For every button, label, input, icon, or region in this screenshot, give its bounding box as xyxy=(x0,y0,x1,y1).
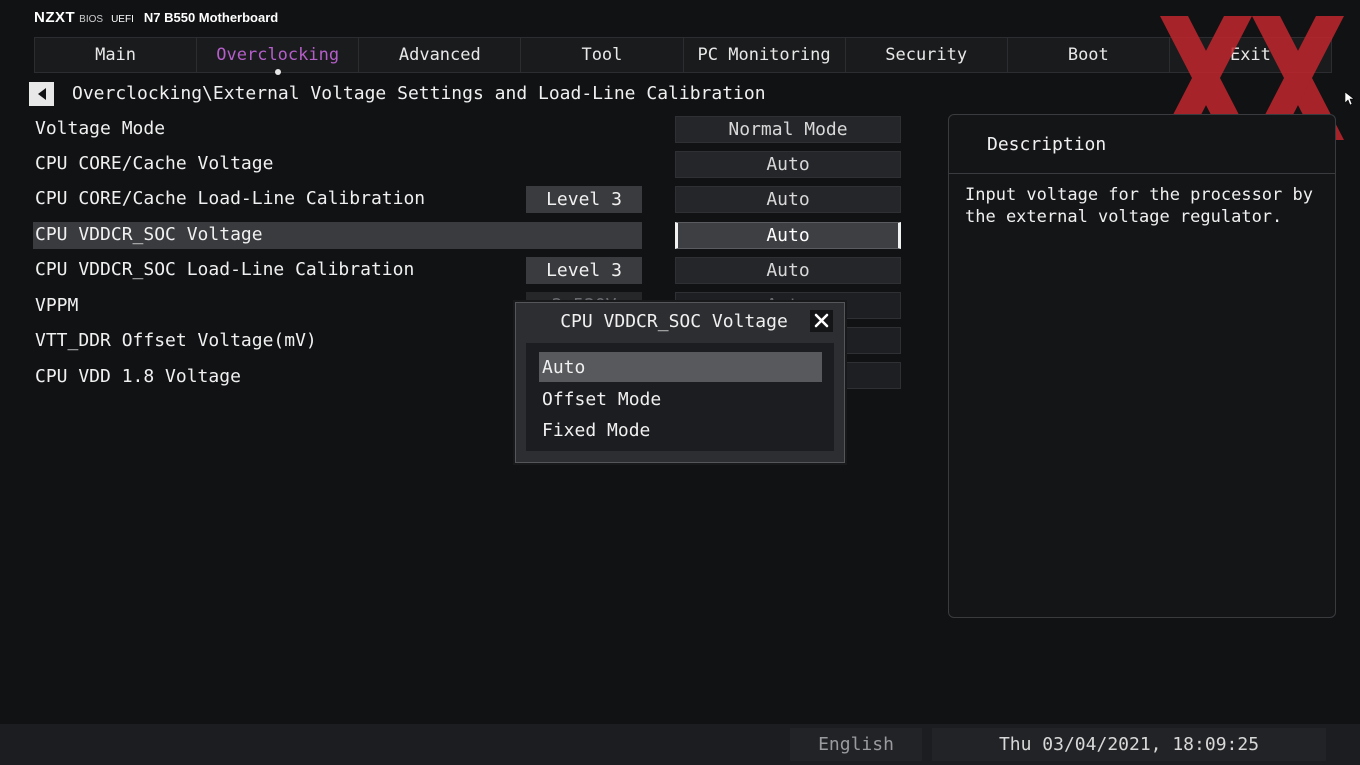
tab-advanced[interactable]: Advanced xyxy=(359,38,522,72)
tab-security[interactable]: Security xyxy=(846,38,1008,72)
setting-label-cpu-core-cache-voltage[interactable]: CPU CORE/Cache Voltage xyxy=(35,153,273,174)
setting-label-voltage-mode[interactable]: Voltage Mode xyxy=(35,118,165,139)
dialog-title: CPU VDDCR_SOC Voltage xyxy=(560,311,788,332)
mouse-cursor-icon xyxy=(1345,92,1355,106)
breadcrumb: Overclocking\External Voltage Settings a… xyxy=(72,83,766,104)
dialog-option-list: Auto Offset Mode Fixed Mode xyxy=(526,343,834,451)
back-arrow-icon xyxy=(37,88,46,100)
option-offset-mode[interactable]: Offset Mode xyxy=(539,384,822,414)
main-tab-bar: Main Overclocking Advanced Tool PC Monit… xyxy=(34,37,1332,75)
setting-label-cpu-vddcr-soc-llc[interactable]: CPU VDDCR_SOC Load-Line Calibration xyxy=(35,259,414,280)
language-selector[interactable]: English xyxy=(790,728,922,761)
tab-pc-monitoring[interactable]: PC Monitoring xyxy=(684,38,846,72)
tab-label: Security xyxy=(885,45,968,65)
tab-label: Main xyxy=(95,45,137,65)
option-select-dialog: CPU VDDCR_SOC Voltage Auto Offset Mode F… xyxy=(515,302,845,463)
tab-label: Advanced xyxy=(398,45,481,65)
description-title: Description xyxy=(949,115,1335,174)
tab-label: PC Monitoring xyxy=(697,45,831,65)
setting-label-vtt-ddr-offset[interactable]: VTT_DDR Offset Voltage(mV) xyxy=(35,330,317,351)
tab-label: Tool xyxy=(581,45,623,65)
description-panel: Description Input voltage for the proces… xyxy=(948,114,1336,618)
setting-value-cpu-core-cache-llc[interactable]: Auto xyxy=(675,186,901,213)
description-text: Input voltage for the processor by the e… xyxy=(965,185,1313,227)
tab-overclocking[interactable]: Overclocking xyxy=(197,38,360,75)
brand-bios-text: BIOS xyxy=(79,14,104,25)
tab-main[interactable]: Main xyxy=(35,38,198,72)
setting-label-cpu-vddcr-soc-voltage[interactable]: CPU VDDCR_SOC Voltage xyxy=(35,224,263,245)
option-fixed-mode[interactable]: Fixed Mode xyxy=(539,415,822,445)
date-time-display: Thu 03/04/2021, 18:09:25 xyxy=(932,728,1326,761)
brand-uefi-text: UEFI xyxy=(111,14,134,25)
close-icon[interactable] xyxy=(810,310,833,332)
setting-value-cpu-core-cache-voltage[interactable]: Auto xyxy=(675,151,901,178)
setting-label-cpu-vdd-18-voltage[interactable]: CPU VDD 1.8 Voltage xyxy=(35,366,241,387)
tab-label: Boot xyxy=(1067,45,1109,65)
setting-label-cpu-core-cache-llc[interactable]: CPU CORE/Cache Load-Line Calibration xyxy=(35,188,425,209)
active-tab-indicator xyxy=(274,69,281,75)
tab-boot[interactable]: Boot xyxy=(1008,38,1170,72)
setting-value-cpu-vddcr-soc-voltage[interactable]: Auto xyxy=(675,222,901,249)
setting-value-cpu-vddcr-soc-llc[interactable]: Auto xyxy=(675,257,901,284)
setting-label-vppm[interactable]: VPPM xyxy=(35,295,78,316)
setting-level-cpu-core-cache-llc: Level 3 xyxy=(526,186,642,213)
setting-value-voltage-mode[interactable]: Normal Mode xyxy=(675,116,901,143)
tab-tool[interactable]: Tool xyxy=(521,38,684,72)
tab-label: Overclocking xyxy=(216,45,340,65)
back-button[interactable] xyxy=(29,82,54,106)
brand-model-text: N7 B550 Motherboard xyxy=(143,10,279,25)
bios-brand: NZXT BIOS UEFI N7 B550 Motherboard xyxy=(34,9,278,29)
option-auto[interactable]: Auto xyxy=(539,352,822,382)
setting-level-cpu-vddcr-soc-llc: Level 3 xyxy=(526,257,642,284)
brand-logo-text: NZXT xyxy=(34,9,76,26)
